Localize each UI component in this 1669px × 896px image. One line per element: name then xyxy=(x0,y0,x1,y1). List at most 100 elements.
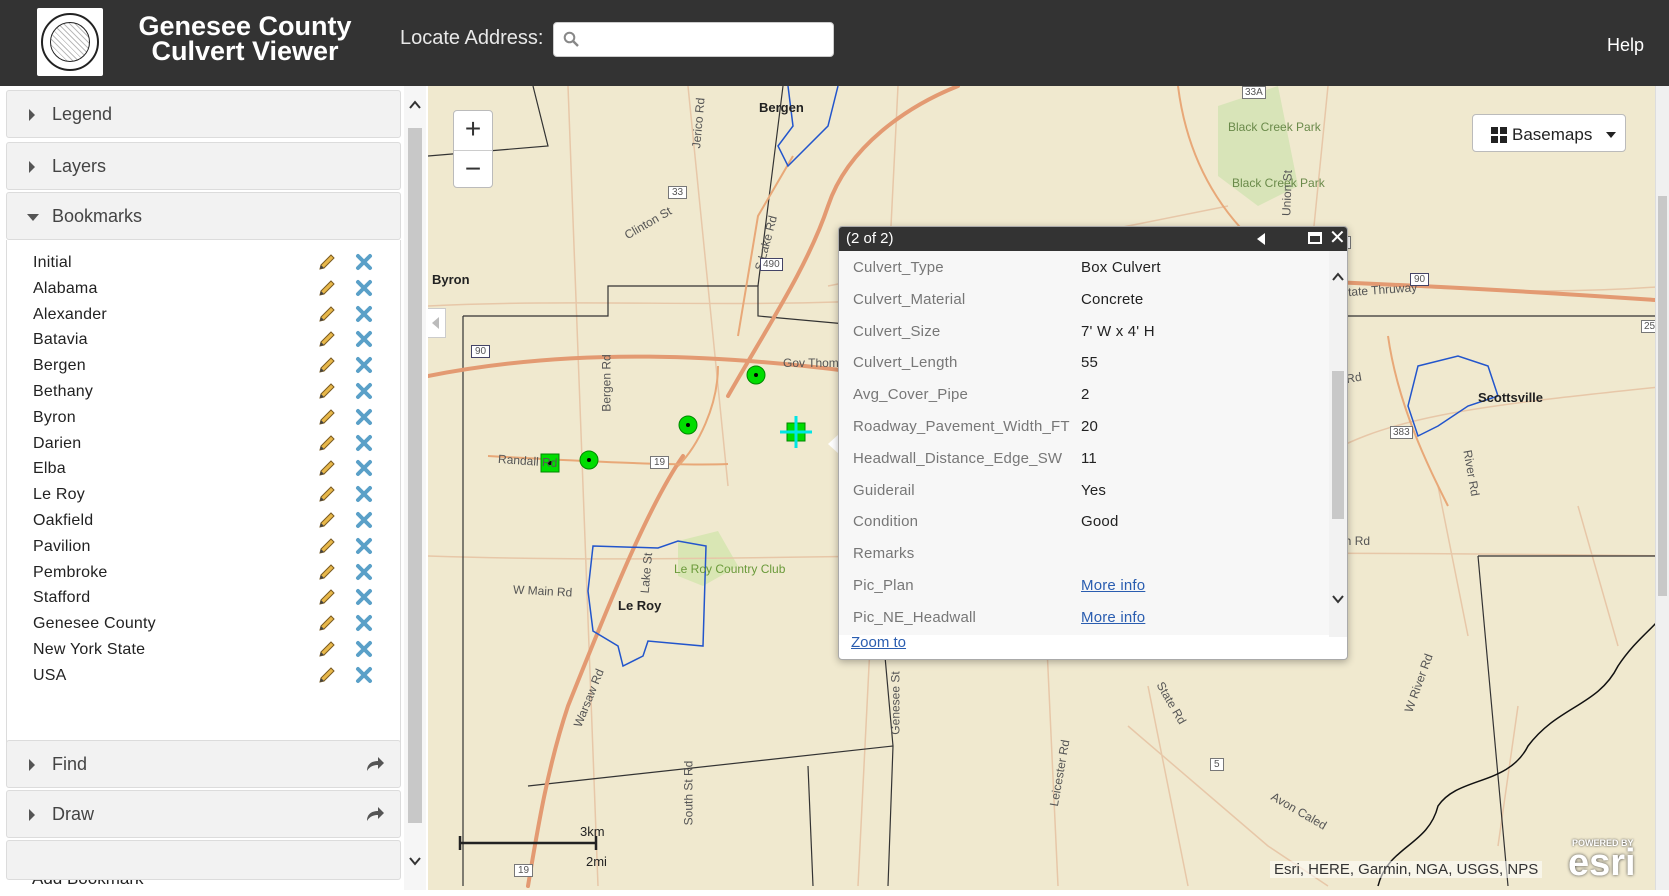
locate-address-box[interactable] xyxy=(553,22,834,57)
bookmark-label[interactable]: Byron xyxy=(33,409,76,427)
zoom-out-button[interactable]: − xyxy=(454,150,492,188)
popup-scrollbar[interactable] xyxy=(1329,251,1347,637)
delete-x-icon[interactable] xyxy=(355,666,373,684)
delete-x-icon[interactable] xyxy=(355,356,373,374)
bookmark-label[interactable]: Oakfield xyxy=(33,512,93,530)
chevron-down-icon[interactable] xyxy=(408,854,422,868)
bookmark-label[interactable]: Bethany xyxy=(33,383,93,401)
chevron-up-icon[interactable] xyxy=(1332,271,1344,283)
bookmark-item[interactable]: Bethany xyxy=(33,379,383,405)
bookmark-label[interactable]: USA xyxy=(33,667,67,685)
bookmark-label[interactable]: Alexander xyxy=(33,306,107,324)
scrollbar-thumb[interactable] xyxy=(1332,371,1344,519)
delete-x-icon[interactable] xyxy=(355,253,373,271)
pencil-icon[interactable] xyxy=(317,613,337,633)
delete-x-icon[interactable] xyxy=(355,640,373,658)
pencil-icon[interactable] xyxy=(317,278,337,298)
bookmark-label[interactable]: Alabama xyxy=(33,280,98,298)
pencil-icon[interactable] xyxy=(317,304,337,324)
delete-x-icon[interactable] xyxy=(355,382,373,400)
delete-x-icon[interactable] xyxy=(355,305,373,323)
bookmark-label[interactable]: Stafford xyxy=(33,589,90,607)
zoom-in-button[interactable]: + xyxy=(454,111,492,149)
pencil-icon[interactable] xyxy=(317,510,337,530)
more-info-link[interactable]: More info xyxy=(1081,609,1145,626)
help-link[interactable]: Help xyxy=(1607,35,1644,56)
bookmark-label[interactable]: Pembroke xyxy=(33,564,108,582)
delete-x-icon[interactable] xyxy=(355,330,373,348)
delete-x-icon[interactable] xyxy=(355,459,373,477)
bookmark-item[interactable]: Darien xyxy=(33,431,383,457)
map-scrollbar[interactable] xyxy=(1655,86,1669,890)
share-arrow-icon[interactable] xyxy=(365,805,385,823)
bookmark-item[interactable]: Batavia xyxy=(33,327,383,353)
panel-find-header[interactable]: Find xyxy=(6,740,401,788)
bookmark-label[interactable]: Initial xyxy=(33,254,72,272)
bookmark-label[interactable]: Elba xyxy=(33,460,66,478)
panel-bookmarks-header[interactable]: Bookmarks xyxy=(6,192,401,240)
pencil-icon[interactable] xyxy=(317,329,337,349)
bookmark-item[interactable]: Stafford xyxy=(33,585,383,611)
bookmark-item[interactable]: Le Roy xyxy=(33,482,383,508)
bookmark-label[interactable]: Darien xyxy=(33,435,81,453)
sidebar-scrollbar[interactable] xyxy=(404,86,426,890)
delete-x-icon[interactable] xyxy=(355,614,373,632)
pencil-icon[interactable] xyxy=(317,381,337,401)
zoom-to-link[interactable]: Zoom to xyxy=(851,634,906,651)
collapse-sidebar-tab[interactable] xyxy=(428,308,446,338)
delete-x-icon[interactable] xyxy=(355,279,373,297)
delete-x-icon[interactable] xyxy=(355,563,373,581)
scrollbar-thumb[interactable] xyxy=(408,128,422,823)
previous-feature-icon[interactable] xyxy=(1257,233,1265,245)
pencil-icon[interactable] xyxy=(317,665,337,685)
locate-address-input[interactable] xyxy=(588,27,828,53)
bookmark-item[interactable]: Alexander xyxy=(33,302,383,328)
pencil-icon[interactable] xyxy=(317,484,337,504)
bookmark-label[interactable]: Pavilion xyxy=(33,538,91,556)
bookmark-label[interactable]: Le Roy xyxy=(33,486,85,504)
bookmark-item[interactable]: Pavilion xyxy=(33,534,383,560)
bookmark-label[interactable]: Bergen xyxy=(33,357,86,375)
delete-x-icon[interactable] xyxy=(355,485,373,503)
pencil-icon[interactable] xyxy=(317,433,337,453)
chevron-up-icon[interactable] xyxy=(408,98,422,112)
delete-x-icon[interactable] xyxy=(355,537,373,555)
bookmark-item[interactable]: Initial xyxy=(33,250,383,276)
bookmark-label[interactable]: New York State xyxy=(33,641,145,659)
delete-x-icon[interactable] xyxy=(355,511,373,529)
delete-x-icon[interactable] xyxy=(355,588,373,606)
pencil-icon[interactable] xyxy=(317,407,337,427)
bookmark-item[interactable]: New York State xyxy=(33,637,383,663)
bookmark-item[interactable]: Bergen xyxy=(33,353,383,379)
basemaps-button[interactable]: Basemaps xyxy=(1472,114,1626,152)
bookmark-label[interactable]: Batavia xyxy=(33,331,88,349)
bookmark-label[interactable]: Genesee County xyxy=(33,615,156,633)
more-info-link[interactable]: More info xyxy=(1081,577,1145,594)
maximize-icon[interactable] xyxy=(1308,232,1322,244)
pencil-icon[interactable] xyxy=(317,639,337,659)
delete-x-icon[interactable] xyxy=(355,434,373,452)
pencil-icon[interactable] xyxy=(317,587,337,607)
panel-legend-header[interactable]: Legend xyxy=(6,90,401,138)
close-icon[interactable]: ✕ xyxy=(1329,228,1346,248)
pencil-icon[interactable] xyxy=(317,355,337,375)
pencil-icon[interactable] xyxy=(317,458,337,478)
chevron-down-icon[interactable] xyxy=(1332,593,1344,605)
bookmark-item[interactable]: Genesee County xyxy=(33,611,383,637)
bookmark-item[interactable]: Pembroke xyxy=(33,560,383,586)
panel-measurement-header[interactable] xyxy=(6,840,401,880)
pencil-icon[interactable] xyxy=(317,252,337,272)
bookmark-item[interactable]: Alabama xyxy=(33,276,383,302)
bookmark-item[interactable]: Oakfield xyxy=(33,508,383,534)
bookmark-item[interactable]: Byron xyxy=(33,405,383,431)
delete-x-icon[interactable] xyxy=(355,408,373,426)
share-arrow-icon[interactable] xyxy=(365,755,385,773)
pencil-icon[interactable] xyxy=(317,536,337,556)
pencil-icon[interactable] xyxy=(317,562,337,582)
search-icon xyxy=(563,31,579,47)
panel-layers-header[interactable]: Layers xyxy=(6,142,401,190)
scrollbar-thumb[interactable] xyxy=(1658,196,1667,596)
bookmark-item[interactable]: Elba xyxy=(33,456,383,482)
panel-draw-header[interactable]: Draw xyxy=(6,790,401,838)
bookmark-item[interactable]: USA xyxy=(33,663,383,689)
